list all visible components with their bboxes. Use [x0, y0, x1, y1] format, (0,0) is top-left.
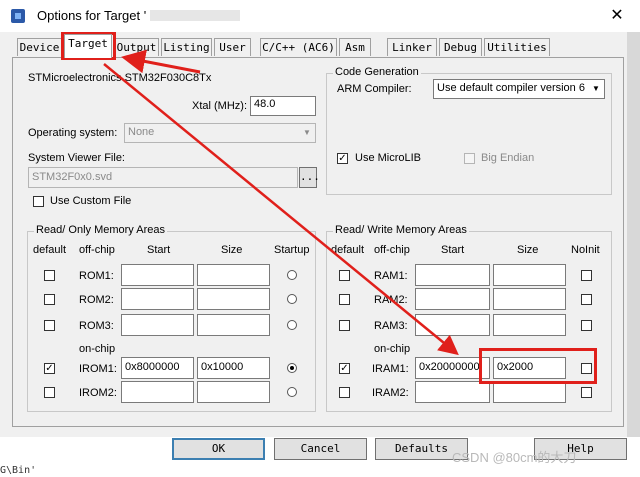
arrow-to-iram1-start: [103, 63, 459, 356]
tab-target[interactable]: Target: [64, 34, 112, 58]
annotation-arrows: [103, 49, 459, 356]
arrow-to-target-tab: [121, 49, 201, 74]
